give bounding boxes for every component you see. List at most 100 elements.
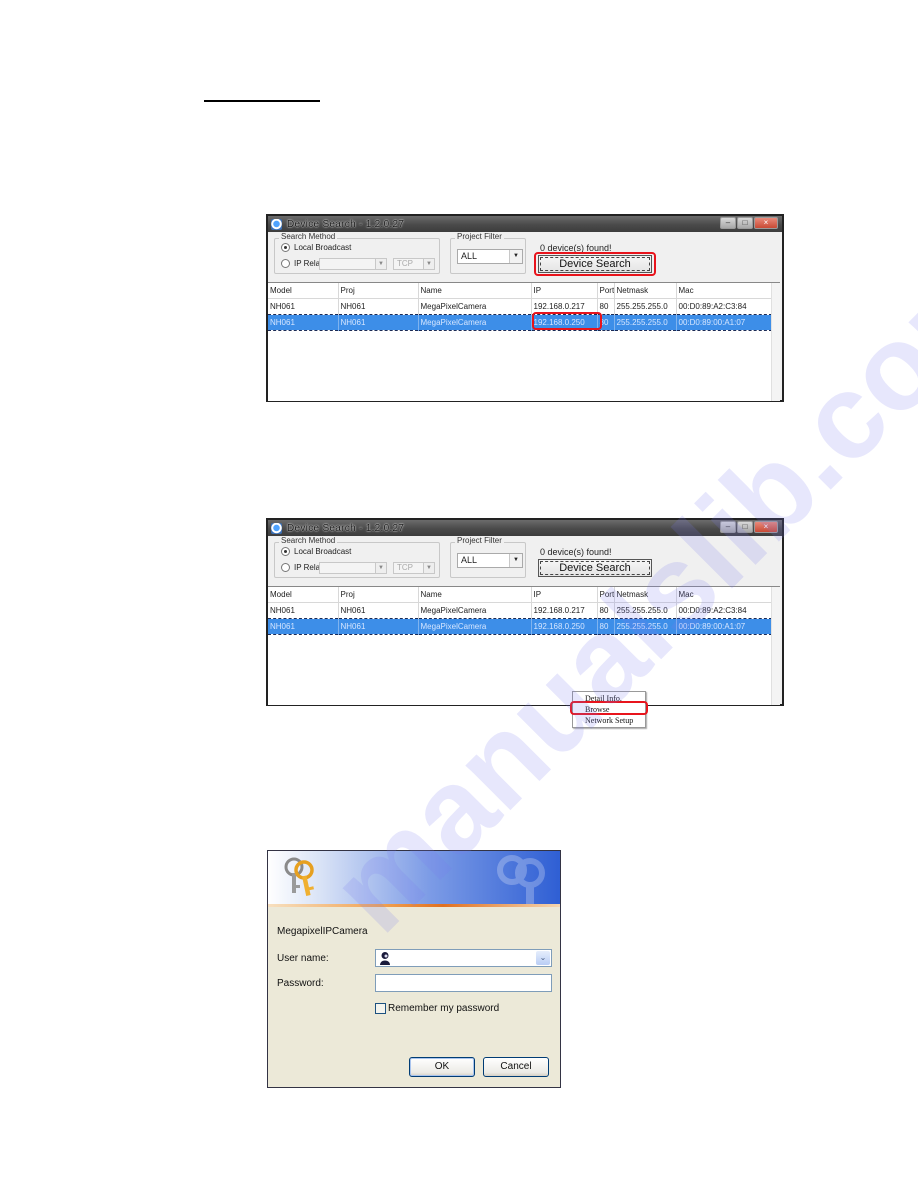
cell-model: NH061 xyxy=(268,298,339,315)
chevron-down-icon[interactable]: ▼ xyxy=(509,250,522,263)
cell-port: 80 xyxy=(597,618,615,635)
column-header-ip[interactable]: IP xyxy=(531,283,598,299)
column-header-netmask[interactable]: Netmask xyxy=(614,587,677,603)
ip-relay-radio[interactable]: IP Relay xyxy=(281,563,324,572)
window-title: Device Search - 1.2.0.27 xyxy=(287,522,405,534)
column-header-ip[interactable]: IP xyxy=(531,587,598,603)
device-list[interactable]: Model Proj Name IP Port Netmask Mac NH06… xyxy=(268,282,780,401)
chevron-down-icon[interactable]: ▼ xyxy=(375,259,386,269)
ip-relay-combo[interactable]: ▼ xyxy=(319,258,387,270)
local-broadcast-radio[interactable]: Local Broadcast xyxy=(281,547,351,556)
cell-ip: 192.168.0.250 xyxy=(531,618,598,635)
cell-name: MegaPixelCamera xyxy=(418,298,532,315)
device-list[interactable]: Model Proj Name IP Port Netmask Mac NH06… xyxy=(268,586,780,728)
title-bar[interactable]: Device Search - 1.2.0.27 – □ × xyxy=(268,216,782,232)
close-button[interactable]: × xyxy=(754,217,778,229)
radio-selected-icon xyxy=(281,547,290,556)
cell-mac: 00:D0:89:A2:C3:84 xyxy=(676,602,773,619)
column-header-mac[interactable]: Mac xyxy=(676,587,773,603)
list-scrollbar[interactable] xyxy=(771,587,780,705)
list-scrollbar[interactable] xyxy=(771,283,780,401)
close-button[interactable]: × xyxy=(754,521,778,533)
app-icon xyxy=(271,522,282,534)
cell-proj: NH061 xyxy=(338,314,419,331)
ip-relay-combo[interactable]: ▼ xyxy=(319,562,387,574)
table-row-selected[interactable]: NH061 NH061 MegaPixelCamera 192.168.0.25… xyxy=(268,314,773,331)
cell-ip: 192.168.0.217 xyxy=(531,602,598,619)
ok-button[interactable]: OK xyxy=(409,1057,475,1077)
cell-ip: 192.168.0.250 xyxy=(531,314,598,331)
radio-selected-icon xyxy=(281,243,290,252)
local-broadcast-radio[interactable]: Local Broadcast xyxy=(281,243,351,252)
project-filter-select[interactable]: ALL ▼ xyxy=(457,249,523,264)
column-header-name[interactable]: Name xyxy=(418,587,532,603)
cell-proj: NH061 xyxy=(338,298,419,315)
password-label: Password: xyxy=(277,978,324,989)
column-header-model[interactable]: Model xyxy=(268,283,339,299)
title-bar[interactable]: Device Search - 1.2.0.27 – □ × xyxy=(268,520,782,536)
banner-divider xyxy=(268,904,560,907)
column-header-netmask[interactable]: Netmask xyxy=(614,283,677,299)
cell-netmask: 255.255.255.0 xyxy=(614,618,677,635)
chevron-down-icon[interactable]: ▼ xyxy=(423,563,434,573)
column-header-name[interactable]: Name xyxy=(418,283,532,299)
maximize-button[interactable]: □ xyxy=(737,521,753,533)
cell-mac: 00:D0:89:00:A1:07 xyxy=(676,314,773,331)
cell-proj: NH061 xyxy=(338,602,419,619)
project-filter-value: ALL xyxy=(461,555,478,565)
menu-item-browse[interactable]: Browse xyxy=(573,704,645,715)
project-filter-legend: Project Filter xyxy=(455,536,504,545)
column-header-port[interactable]: Port xyxy=(597,283,615,299)
table-header-row: Model Proj Name IP Port Netmask Mac xyxy=(268,587,773,603)
keys-watermark-icon xyxy=(497,855,545,905)
device-search-button[interactable]: Device Search xyxy=(538,559,652,577)
cell-port: 80 xyxy=(597,602,615,619)
table-row-selected[interactable]: NH061 NH061 MegaPixelCamera 192.168.0.25… xyxy=(268,618,773,635)
login-banner xyxy=(268,851,560,907)
password-field[interactable] xyxy=(375,974,552,992)
chevron-down-icon[interactable]: ▼ xyxy=(423,259,434,269)
minimize-button[interactable]: – xyxy=(720,217,736,229)
protocol-combo[interactable]: TCP ▼ xyxy=(393,562,435,574)
protocol-combo[interactable]: TCP ▼ xyxy=(393,258,435,270)
radio-unselected-icon xyxy=(281,259,290,268)
menu-item-network-setup[interactable]: Network Setup xyxy=(573,715,645,726)
table-row[interactable]: NH061 NH061 MegaPixelCamera 192.168.0.21… xyxy=(268,298,773,315)
remember-password-checkbox[interactable]: Remember my password xyxy=(375,1003,499,1014)
device-search-window-1: Device Search - 1.2.0.27 – □ × Search Me… xyxy=(266,214,784,402)
username-combo[interactable]: ⌄ xyxy=(375,949,552,967)
cell-netmask: 255.255.255.0 xyxy=(614,314,677,331)
column-header-model[interactable]: Model xyxy=(268,587,339,603)
realm-text: MegapixelIPCamera xyxy=(277,926,368,937)
project-filter-select[interactable]: ALL ▼ xyxy=(457,553,523,568)
table-header-row: Model Proj Name IP Port Netmask Mac xyxy=(268,283,773,299)
project-filter-value: ALL xyxy=(461,251,478,261)
minimize-button[interactable]: – xyxy=(720,521,736,533)
device-table: Model Proj Name IP Port Netmask Mac NH06… xyxy=(268,587,773,635)
cell-netmask: 255.255.255.0 xyxy=(614,298,677,315)
search-method-legend: Search Method xyxy=(279,232,338,241)
keys-icon xyxy=(284,857,314,896)
column-header-proj[interactable]: Proj xyxy=(338,283,419,299)
device-table: Model Proj Name IP Port Netmask Mac NH06… xyxy=(268,283,773,331)
menu-item-detail-info[interactable]: Detail Info. xyxy=(573,693,645,704)
chevron-down-icon[interactable]: ▼ xyxy=(509,554,522,567)
ip-relay-radio[interactable]: IP Relay xyxy=(281,259,324,268)
user-icon xyxy=(380,952,390,965)
column-header-proj[interactable]: Proj xyxy=(338,587,419,603)
device-search-window-2: Device Search - 1.2.0.27 – □ × Search Me… xyxy=(266,518,784,728)
maximize-button[interactable]: □ xyxy=(737,217,753,229)
radio-unselected-icon xyxy=(281,563,290,572)
column-header-mac[interactable]: Mac xyxy=(676,283,773,299)
protocol-value: TCP xyxy=(397,563,413,572)
chevron-down-icon[interactable]: ⌄ xyxy=(536,951,550,965)
cell-port: 80 xyxy=(597,314,615,331)
column-header-port[interactable]: Port xyxy=(597,587,615,603)
device-search-button[interactable]: Device Search xyxy=(538,255,652,273)
cell-mac: 00:D0:89:00:A1:07 xyxy=(676,618,773,635)
chevron-down-icon[interactable]: ▼ xyxy=(375,563,386,573)
username-label: User name: xyxy=(277,953,329,964)
cancel-button[interactable]: Cancel xyxy=(483,1057,549,1077)
checkbox-icon[interactable] xyxy=(375,1003,386,1014)
table-row[interactable]: NH061 NH061 MegaPixelCamera 192.168.0.21… xyxy=(268,602,773,619)
